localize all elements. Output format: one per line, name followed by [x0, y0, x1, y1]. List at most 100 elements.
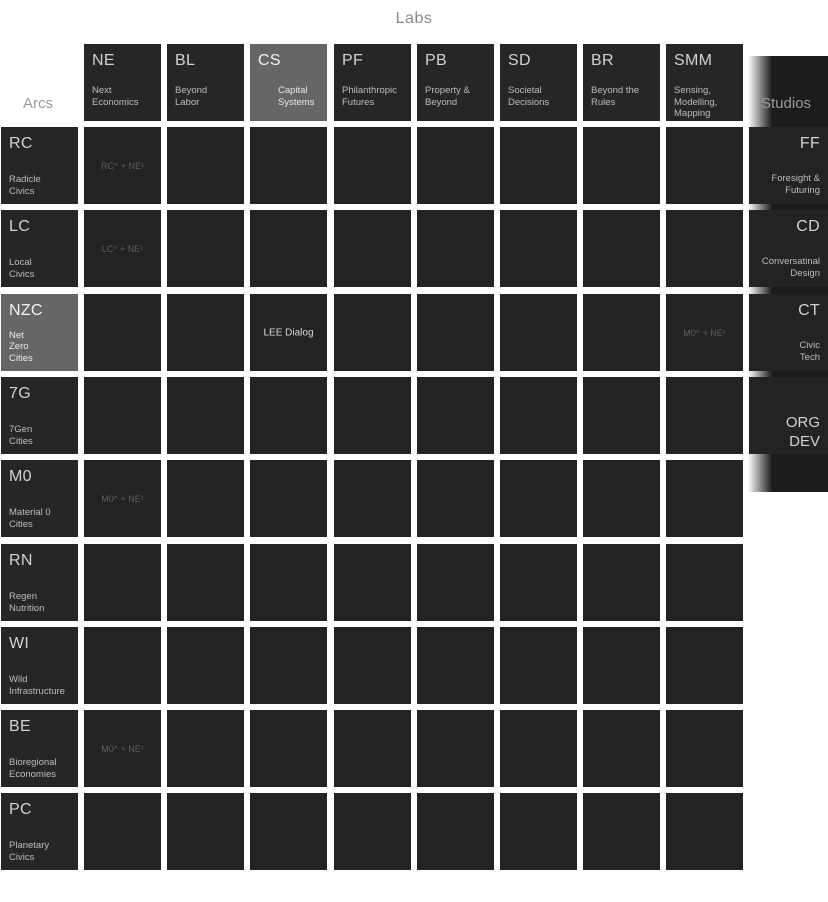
matrix-cell-m0-pb[interactable]: [417, 460, 494, 537]
matrix-cell-be-ne[interactable]: M0^ + NE¹: [84, 710, 161, 787]
matrix-cell-wi-smm[interactable]: [666, 627, 743, 704]
lab-header-ne[interactable]: NE Next Economics: [84, 44, 161, 121]
arc-name: Local Civics: [9, 257, 35, 280]
arc-header-rn[interactable]: RN Regen Nutrition: [1, 544, 78, 621]
lab-header-pb[interactable]: PB Property & Beyond: [417, 44, 494, 121]
matrix-cell-pc-cs[interactable]: [250, 793, 327, 870]
matrix-cell-m0-br[interactable]: [583, 460, 660, 537]
matrix-cell-lc-br[interactable]: [583, 210, 660, 287]
matrix-cell-rn-ne[interactable]: [84, 544, 161, 621]
matrix-cell-rn-pb[interactable]: [417, 544, 494, 621]
arc-header-7g[interactable]: 7G 7Gen Cities: [1, 377, 78, 454]
matrix-cell-7g-cs[interactable]: [250, 377, 327, 454]
lab-header-cs[interactable]: CS Capital Systems: [250, 44, 327, 121]
matrix-cell-be-bl[interactable]: [167, 710, 244, 787]
matrix-cell-wi-bl[interactable]: [167, 627, 244, 704]
matrix-cell-rc-bl[interactable]: [167, 127, 244, 204]
matrix-cell-7g-bl[interactable]: [167, 377, 244, 454]
matrix-cell-7g-br[interactable]: [583, 377, 660, 454]
arc-name: Bioregional Economies: [9, 757, 57, 780]
matrix-cell-rn-pf[interactable]: [334, 544, 411, 621]
matrix-cell-lc-pb[interactable]: [417, 210, 494, 287]
arc-header-nzc[interactable]: NZC Net Zero Cities: [1, 294, 78, 371]
lab-header-pf[interactable]: PF Philanthropic Futures: [334, 44, 411, 121]
studio-cd[interactable]: CD Conversatinal Design: [749, 210, 828, 287]
matrix-cell-m0-cs[interactable]: [250, 460, 327, 537]
lab-header-sd[interactable]: SD Societal Decisions: [500, 44, 577, 121]
matrix-cell-rn-sd[interactable]: [500, 544, 577, 621]
matrix-cell-be-sd[interactable]: [500, 710, 577, 787]
matrix-cell-lc-smm[interactable]: [666, 210, 743, 287]
arc-header-wi[interactable]: WI Wild Infrastructure: [1, 627, 78, 704]
matrix-cell-m0-bl[interactable]: [167, 460, 244, 537]
matrix-cell-nzc-cs[interactable]: LEE Dialog: [250, 294, 327, 371]
arc-header-m0[interactable]: M0 Material 0 Cities: [1, 460, 78, 537]
matrix-cell-7g-pf[interactable]: [334, 377, 411, 454]
matrix-cell-rn-cs[interactable]: [250, 544, 327, 621]
matrix-cell-7g-ne[interactable]: [84, 377, 161, 454]
matrix-cell-lc-sd[interactable]: [500, 210, 577, 287]
lab-header-br[interactable]: BR Beyond the Rules: [583, 44, 660, 121]
matrix-cell-lc-cs[interactable]: [250, 210, 327, 287]
matrix-cell-be-br[interactable]: [583, 710, 660, 787]
matrix-cell-be-smm[interactable]: [666, 710, 743, 787]
matrix-cell-wi-pf[interactable]: [334, 627, 411, 704]
matrix-cell-pc-bl[interactable]: [167, 793, 244, 870]
matrix-cell-7g-sd[interactable]: [500, 377, 577, 454]
matrix-cell-nzc-ne[interactable]: [84, 294, 161, 371]
matrix-cell-lc-bl[interactable]: [167, 210, 244, 287]
matrix-cell-lc-pf[interactable]: [334, 210, 411, 287]
matrix-cell-wi-br[interactable]: [583, 627, 660, 704]
matrix-cell-rc-ne[interactable]: RC^ + NE¹: [84, 127, 161, 204]
lab-name: Sensing, Modelling, Mapping: [674, 85, 718, 119]
matrix-cell-wi-sd[interactable]: [500, 627, 577, 704]
matrix-cell-rc-pf[interactable]: [334, 127, 411, 204]
matrix-cell-rn-br[interactable]: [583, 544, 660, 621]
matrix-cell-rc-sd[interactable]: [500, 127, 577, 204]
studio-name: ORG DEV: [785, 414, 820, 450]
arc-header-rc[interactable]: RC Radicle Civics: [1, 127, 78, 204]
matrix-cell-7g-pb[interactable]: [417, 377, 494, 454]
matrix-cell-wi-cs[interactable]: [250, 627, 327, 704]
arc-code: BE: [9, 718, 31, 735]
lab-header-bl[interactable]: BL Beyond Labor: [167, 44, 244, 121]
matrix-cell-m0-smm[interactable]: [666, 460, 743, 537]
matrix-cell-wi-pb[interactable]: [417, 627, 494, 704]
matrix-cell-nzc-pf[interactable]: [334, 294, 411, 371]
matrix-cell-nzc-sd[interactable]: [500, 294, 577, 371]
matrix-cell-rc-cs[interactable]: [250, 127, 327, 204]
arc-header-be[interactable]: BE Bioregional Economies: [1, 710, 78, 787]
matrix-cell-nzc-smm[interactable]: M0^ + NE¹: [666, 294, 743, 371]
arc-header-lc[interactable]: LC Local Civics: [1, 210, 78, 287]
matrix-cell-m0-sd[interactable]: [500, 460, 577, 537]
matrix-cell-pc-sd[interactable]: [500, 793, 577, 870]
studio-ff[interactable]: FF Foresight & Futuring: [749, 127, 828, 204]
matrix-cell-pc-pb[interactable]: [417, 793, 494, 870]
matrix-cell-m0-pf[interactable]: [334, 460, 411, 537]
matrix-cell-nzc-pb[interactable]: [417, 294, 494, 371]
matrix-cell-nzc-bl[interactable]: [167, 294, 244, 371]
matrix-cell-rn-bl[interactable]: [167, 544, 244, 621]
matrix-cell-rc-br[interactable]: [583, 127, 660, 204]
matrix-cell-nzc-br[interactable]: [583, 294, 660, 371]
matrix-cell-pc-pf[interactable]: [334, 793, 411, 870]
matrix-cell-be-pf[interactable]: [334, 710, 411, 787]
matrix-cell-be-cs[interactable]: [250, 710, 327, 787]
lab-header-smm[interactable]: SMM Sensing, Modelling, Mapping: [666, 44, 743, 121]
studio-ct[interactable]: CT Civic Tech: [749, 294, 828, 371]
matrix-cell-rn-smm[interactable]: [666, 544, 743, 621]
matrix-cell-rc-pb[interactable]: [417, 127, 494, 204]
matrix-cell-wi-ne[interactable]: [84, 627, 161, 704]
matrix-cell-pc-ne[interactable]: [84, 793, 161, 870]
matrix-cell-be-pb[interactable]: [417, 710, 494, 787]
lab-name: Capital Systems: [278, 85, 315, 108]
arc-header-pc[interactable]: PC Planetary Civics: [1, 793, 78, 870]
matrix-cell-m0-ne[interactable]: M0^ + NE¹: [84, 460, 161, 537]
matrix-cell-pc-br[interactable]: [583, 793, 660, 870]
matrix-cell-lc-ne[interactable]: LC^ + NE¹: [84, 210, 161, 287]
matrix-cell-pc-smm[interactable]: [666, 793, 743, 870]
studio-orgdev[interactable]: ORG DEV: [749, 377, 828, 454]
matrix-cell-7g-smm[interactable]: [666, 377, 743, 454]
matrix-cell-rc-smm[interactable]: [666, 127, 743, 204]
lab-code: PB: [425, 52, 447, 69]
